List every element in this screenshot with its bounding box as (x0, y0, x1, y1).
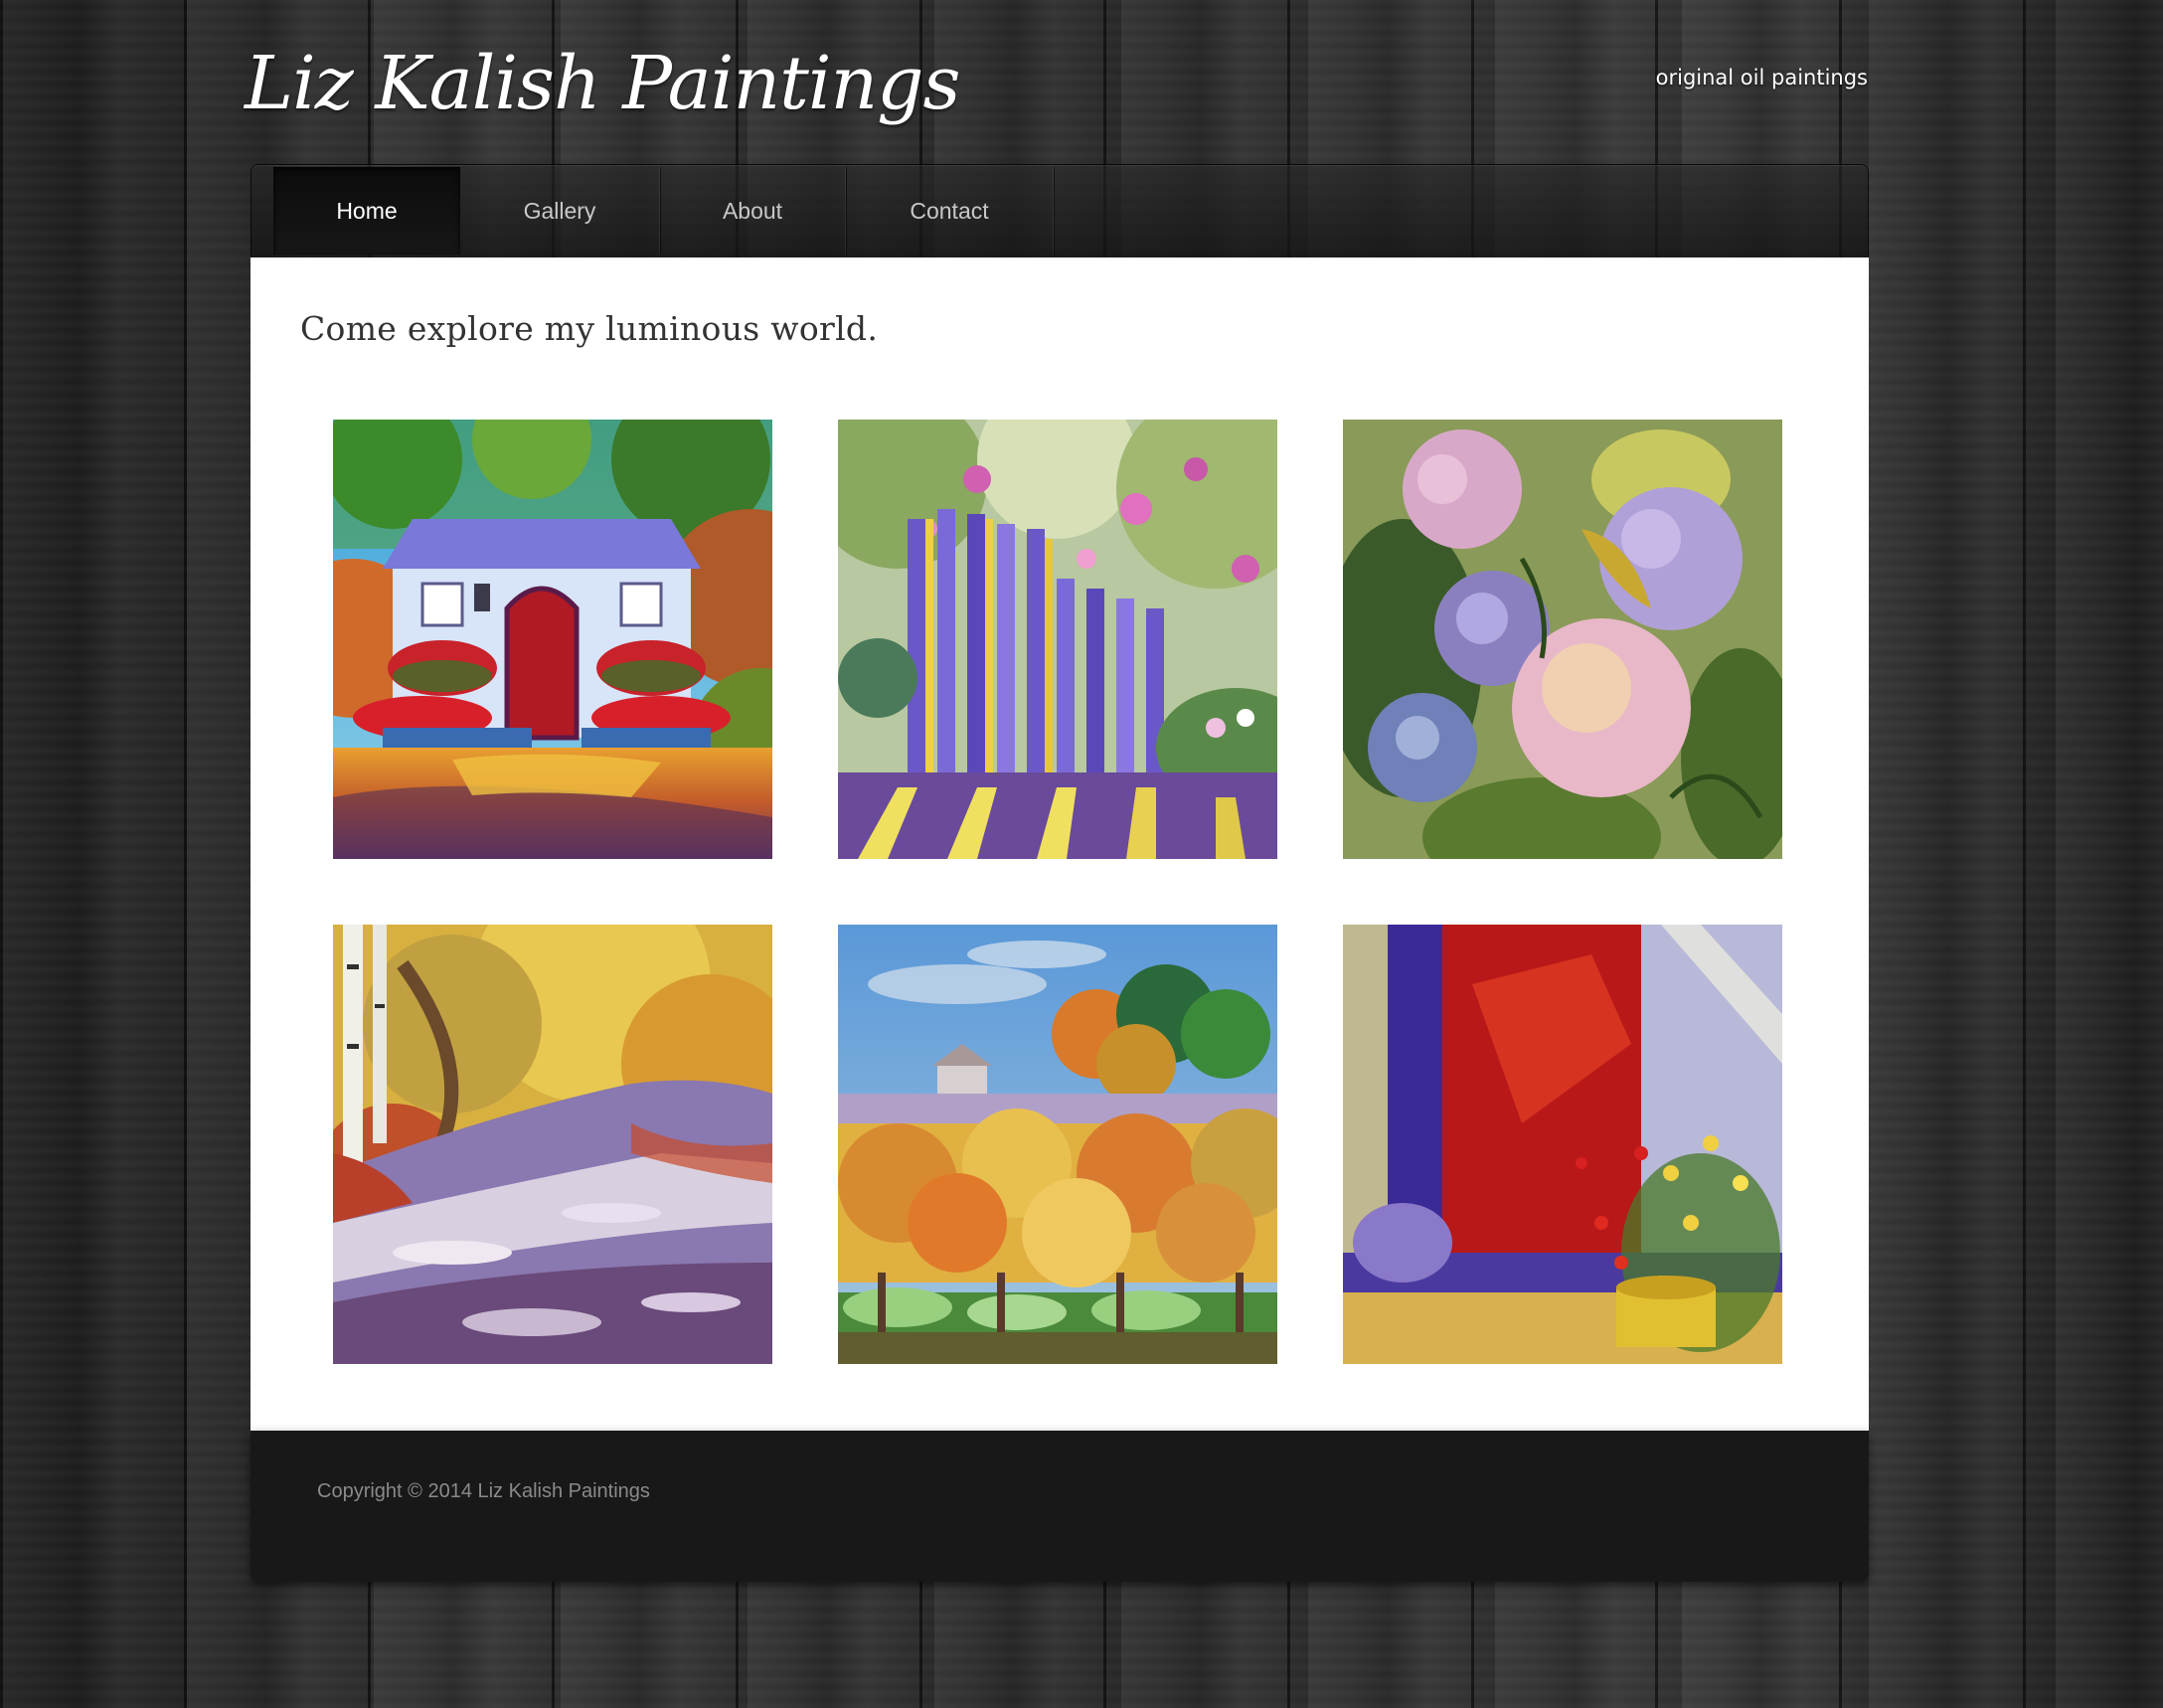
painting-thumbnail-garden-gate[interactable] (838, 420, 1277, 859)
page-headline: Come explore my luminous world. (300, 309, 879, 348)
nav-item-gallery[interactable]: Gallery (460, 167, 660, 255)
painting-thumbnail-cottage[interactable] (333, 420, 772, 859)
painting-thumbnail-red-door[interactable] (1343, 925, 1782, 1364)
tagline: original oil paintings (1655, 66, 1868, 89)
nav-menu: Home Gallery About Contact (273, 167, 1054, 255)
painting-thumbnail-hydrangeas[interactable] (1343, 420, 1782, 859)
painting-image (1343, 925, 1782, 1364)
main-navigation: Home Gallery About Contact (250, 164, 1869, 257)
painting-image (838, 420, 1277, 859)
site-title[interactable]: Liz Kalish Paintings (245, 34, 961, 133)
painting-thumbnail-autumn-stream[interactable] (333, 925, 772, 1364)
main-content: Come explore my luminous world. (250, 257, 1869, 1431)
painting-image (838, 925, 1277, 1364)
site-footer: Copyright © 2014 Liz Kalish Paintings (250, 1431, 1869, 1582)
nav-item-home[interactable]: Home (273, 167, 460, 255)
painting-image (1343, 420, 1782, 859)
copyright-text: Copyright © 2014 Liz Kalish Paintings (317, 1480, 650, 1502)
painting-image (333, 925, 772, 1364)
nav-item-contact[interactable]: Contact (846, 167, 1054, 255)
nav-item-about[interactable]: About (660, 167, 846, 255)
painting-image (333, 420, 772, 859)
painting-thumbnail-orchard[interactable] (838, 925, 1277, 1364)
